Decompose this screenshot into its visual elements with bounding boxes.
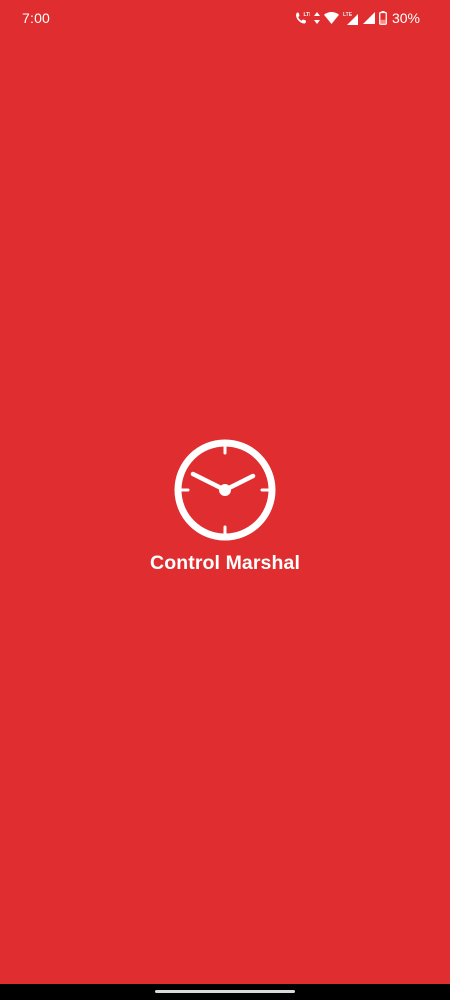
cell-signal-lte-icon: LTE: [343, 11, 359, 25]
status-time: 7:00: [22, 10, 51, 26]
wifi-icon: [323, 12, 339, 24]
battery-low-icon: [379, 11, 387, 25]
navigation-bar: [0, 984, 450, 1000]
call-lte-icon: LTE: [294, 11, 310, 25]
cell-lte-label: LTE: [343, 12, 353, 18]
call-lte-label: LTE: [303, 12, 310, 18]
battery-percent: 30%: [391, 10, 420, 26]
home-gesture-handle[interactable]: [155, 990, 295, 993]
cell-signal-icon: [362, 12, 375, 24]
status-icons: LTE LTE: [290, 8, 420, 28]
splash-content: Control Marshal: [0, 438, 450, 576]
status-bar: 7:00 LTE LTE: [0, 0, 450, 36]
data-arrows-icon: [313, 12, 320, 24]
clock-icon: [174, 439, 276, 541]
app-name: Control Marshal: [150, 552, 300, 574]
